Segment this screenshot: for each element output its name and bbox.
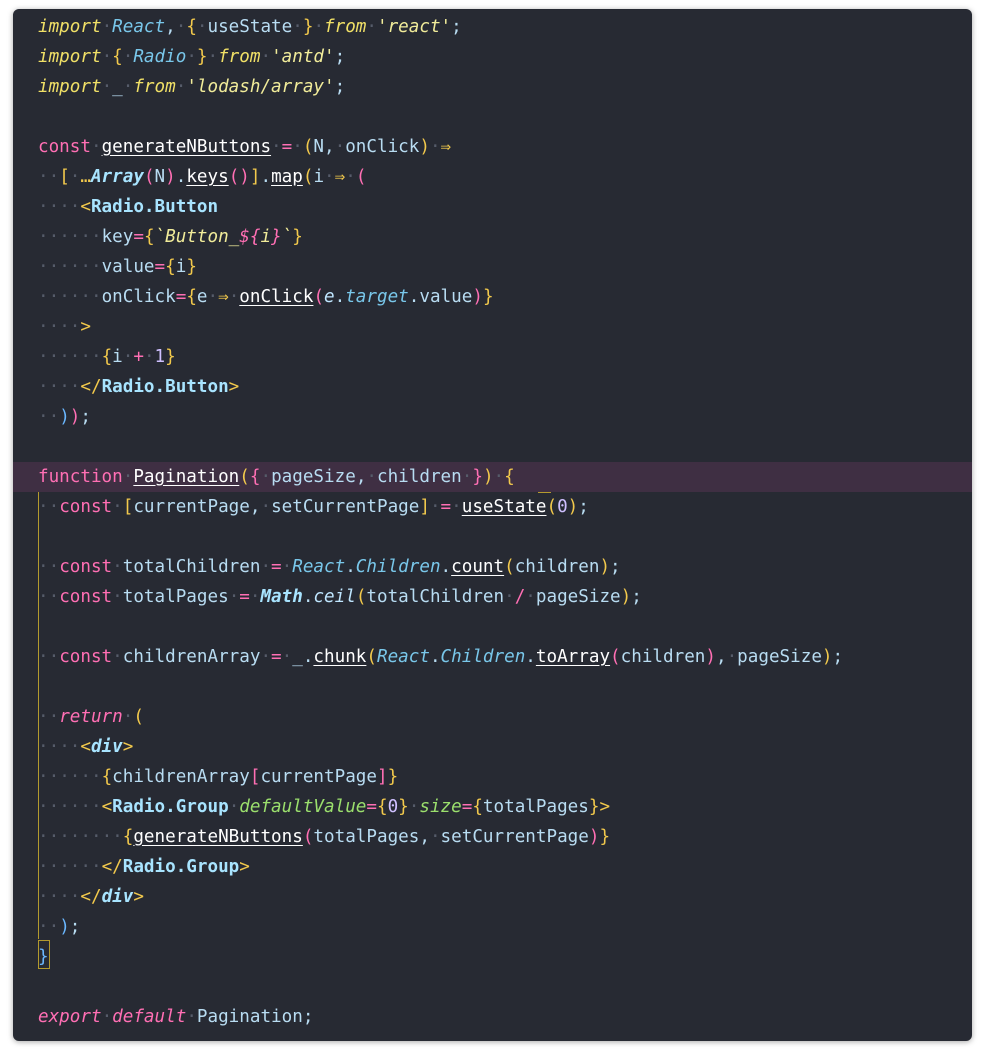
code-line[interactable]: ··const·[currentPage,·setCurrentPage]·=·…: [13, 492, 972, 522]
code-line[interactable]: ····<Radio.Button: [13, 192, 972, 222]
code-line[interactable]: ··);: [13, 912, 972, 942]
code-line[interactable]: ​: [13, 972, 972, 1002]
code-line[interactable]: ····>: [13, 312, 972, 342]
code-line[interactable]: ··const·totalChildren·=·React.Children.c…: [13, 552, 972, 582]
code-line[interactable]: function·Pagination({·pageSize,·children…: [13, 462, 972, 492]
code-line[interactable]: ··return·(: [13, 702, 972, 732]
code-line[interactable]: ​: [13, 522, 972, 552]
code-line[interactable]: import·React,·{·useState·}·from·'react';: [13, 12, 972, 42]
code-line[interactable]: ··const·childrenArray·=·_.chunk(React.Ch…: [13, 642, 972, 672]
code-line[interactable]: import·_·from·'lodash/array';: [13, 72, 972, 102]
code-line[interactable]: ······onClick={e·⇒·onClick(e.target.valu…: [13, 282, 972, 312]
code-line[interactable]: ··[·…Array(N).keys()].map(i·⇒·(: [13, 162, 972, 192]
code-line[interactable]: ······{i·+·1}: [13, 342, 972, 372]
code-line[interactable]: ··));: [13, 402, 972, 432]
code-line[interactable]: ​: [13, 102, 972, 132]
code-line[interactable]: ······value={i}: [13, 252, 972, 282]
code-line[interactable]: ········{generateNButtons(totalPages,·se…: [13, 822, 972, 852]
code-line[interactable]: ​: [13, 432, 972, 462]
code-editor[interactable]: import·React,·{·useState·}·from·'react';…: [13, 9, 972, 1041]
code-line[interactable]: import·{·Radio·}·from·'antd';: [13, 42, 972, 72]
code-line[interactable]: ····</div>: [13, 882, 972, 912]
code-line[interactable]: ······<Radio.Group·defaultValue={0}·size…: [13, 792, 972, 822]
code-line[interactable]: const·generateNButtons·=·(N,·onClick)·⇒: [13, 132, 972, 162]
code-line[interactable]: ····</Radio.Button>: [13, 372, 972, 402]
code-line[interactable]: ​: [13, 672, 972, 702]
code-line[interactable]: ​: [13, 612, 972, 642]
code-line[interactable]: ······{childrenArray[currentPage]}: [13, 762, 972, 792]
code-line[interactable]: }: [13, 942, 972, 972]
code-line[interactable]: ······key={`Button_${i}`}: [13, 222, 972, 252]
code-area[interactable]: import·React,·{·useState·}·from·'react';…: [13, 12, 972, 1032]
code-line[interactable]: ··const·totalPages·=·Math.ceil(totalChil…: [13, 582, 972, 612]
code-line[interactable]: ······</Radio.Group>: [13, 852, 972, 882]
code-line[interactable]: export·default·Pagination;: [13, 1002, 972, 1032]
code-line[interactable]: ····<div>: [13, 732, 972, 762]
